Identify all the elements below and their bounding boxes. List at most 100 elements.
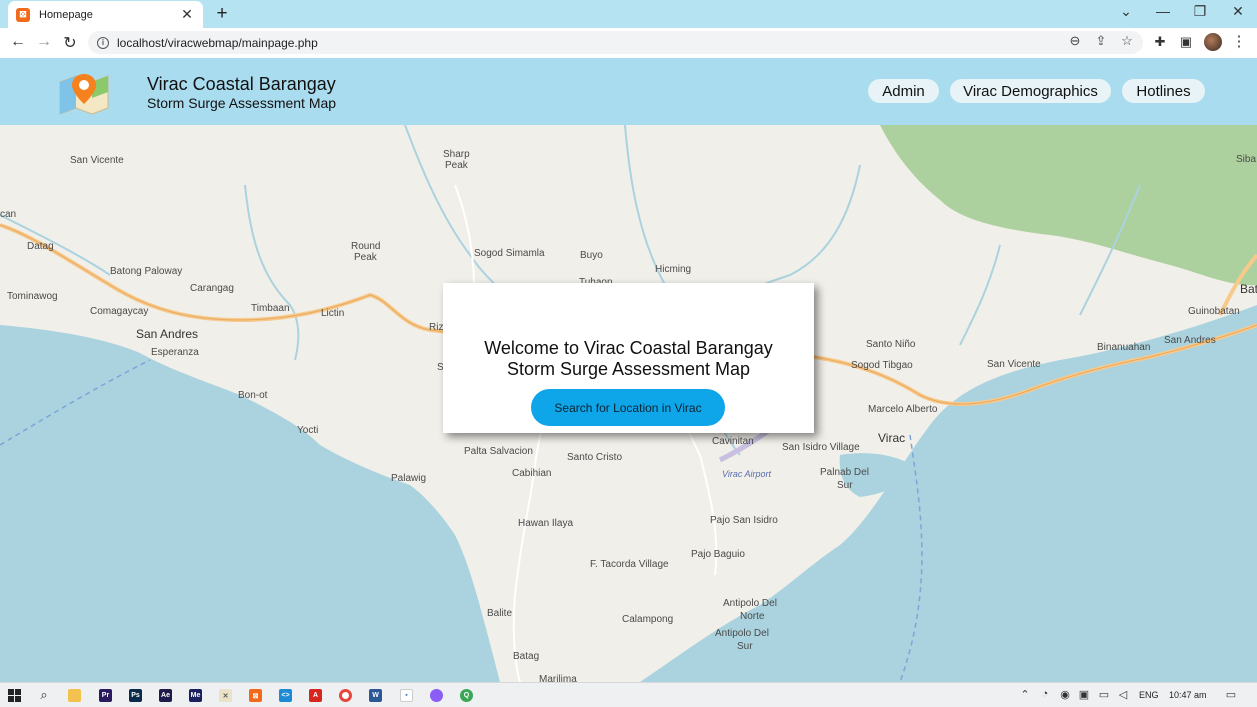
tab-title: Homepage: [39, 8, 93, 21]
photoshop-icon[interactable]: Ps: [129, 689, 142, 702]
nav-admin-button[interactable]: Admin: [868, 79, 939, 103]
bookmark-star-icon[interactable]: ☆: [1118, 33, 1136, 49]
map-label: Lictin: [321, 308, 345, 319]
notifications-icon[interactable]: ▭: [1224, 688, 1238, 701]
modal-title-line1: Welcome to Virac Coastal Barangay: [484, 338, 773, 358]
map-label: San Andres: [136, 327, 199, 341]
app-icon[interactable]: ✕: [219, 689, 232, 702]
map-label: Hicming: [655, 264, 692, 275]
map-label: Antipolo Del: [715, 628, 769, 639]
share-icon[interactable]: ⇪: [1092, 33, 1110, 49]
map-label: Batag: [513, 651, 540, 662]
browser-tab[interactable]: ⊠ Homepage ✕: [8, 1, 203, 28]
battery-icon[interactable]: ▭: [1097, 688, 1111, 701]
profile-avatar[interactable]: [1204, 33, 1222, 51]
media-encoder-icon[interactable]: Me: [189, 689, 202, 702]
reload-button[interactable]: ↻: [60, 33, 80, 53]
tab-search-icon[interactable]: ⌄: [1114, 3, 1138, 20]
after-effects-icon[interactable]: Ae: [159, 689, 172, 702]
map-pin-logo-icon: [59, 74, 109, 115]
search-icon[interactable]: ⌕: [37, 687, 51, 703]
volume-icon[interactable]: ◁: [1116, 688, 1130, 701]
map-label: San Andres: [1164, 335, 1216, 346]
map-label: Sur: [737, 641, 753, 652]
site-info-icon[interactable]: i: [97, 36, 109, 49]
map-label: Pajo San Isidro: [710, 515, 778, 526]
windows-start-icon[interactable]: [8, 689, 21, 702]
url-text: localhost/viracwebmap/mainpage.php: [117, 35, 318, 50]
app-icon[interactable]: ▪: [400, 689, 413, 702]
map-label: Riz: [429, 322, 444, 333]
site-title: Virac Coastal Barangay: [147, 74, 336, 94]
nav-hotlines-button[interactable]: Hotlines: [1122, 79, 1205, 103]
map-label: Marilima: [539, 674, 577, 682]
map-label: Sogod Tibgao: [851, 360, 913, 371]
map-label: F. Tacorda Village: [590, 559, 669, 570]
map-label: Pajo Baguio: [691, 549, 745, 560]
chrome-icon[interactable]: [339, 689, 352, 702]
xampp-icon[interactable]: ⊠: [249, 689, 262, 702]
premiere-icon[interactable]: Pr: [99, 689, 112, 702]
map-label: Palawig: [391, 473, 427, 484]
map-label: Palnab Del: [820, 467, 869, 478]
search-location-button[interactable]: Search for Location in Virac: [531, 389, 725, 426]
address-bar[interactable]: i localhost/viracwebmap/mainpage.php: [88, 31, 1143, 54]
network-icon[interactable]: ◔: [1038, 688, 1052, 700]
chrome-menu-icon[interactable]: ⋮: [1230, 32, 1248, 50]
map-label: Carangag: [190, 283, 234, 294]
map-label: Tominawog: [7, 291, 58, 302]
language-indicator[interactable]: ENG: [1139, 690, 1159, 700]
extensions-icon[interactable]: ✚: [1151, 34, 1169, 50]
map-label: Virac Airport: [722, 469, 772, 479]
map-label: Esperanza: [151, 347, 199, 358]
forward-button[interactable]: →: [34, 33, 54, 51]
map-label: Sur: [837, 480, 853, 491]
restore-button[interactable]: ❐: [1188, 3, 1212, 20]
vscode-icon[interactable]: <>: [279, 689, 292, 702]
display-icon[interactable]: ▣: [1077, 688, 1091, 701]
browser-tabstrip: ⊠ Homepage ✕ + ⌄ — ❐ ✕: [0, 0, 1257, 28]
map-label: Batong Paloway: [110, 266, 183, 277]
modal-title-line2: Storm Surge Assessment Map: [506, 359, 751, 379]
map-label: Timbaan: [251, 303, 290, 314]
map-label: Sogod Simamla: [474, 248, 545, 259]
map-label: Peak: [354, 252, 377, 263]
map-label: Santo Cristo: [567, 452, 623, 463]
map-label: Binanuahan: [1097, 342, 1151, 353]
minimize-button[interactable]: —: [1151, 3, 1175, 19]
zoom-icon[interactable]: ⊖: [1066, 33, 1084, 49]
app-icon[interactable]: Q: [460, 689, 473, 702]
map-label: Norte: [740, 611, 765, 622]
clock[interactable]: 10:47 am: [1169, 690, 1207, 700]
messenger-icon[interactable]: [430, 689, 443, 702]
map-label: Siba: [1236, 154, 1257, 165]
map-label: Round: [351, 241, 381, 252]
xampp-favicon-icon: ⊠: [16, 7, 30, 22]
side-panel-icon[interactable]: ▣: [1177, 34, 1195, 50]
site-header: Virac Coastal Barangay Storm Surge Asses…: [0, 58, 1257, 125]
nav-demographics-button[interactable]: Virac Demographics: [950, 79, 1111, 103]
site-subtitle: Storm Surge Assessment Map: [147, 95, 337, 111]
map-label: Comagaycay: [90, 306, 149, 317]
security-icon[interactable]: ◉: [1058, 688, 1072, 701]
word-icon[interactable]: W: [369, 689, 382, 702]
welcome-modal: Welcome to Virac Coastal Barangay Storm …: [443, 283, 814, 433]
new-tab-button[interactable]: +: [212, 3, 232, 25]
map-label: can: [0, 209, 17, 220]
tray-overflow-icon[interactable]: ⌃: [1018, 688, 1032, 701]
map-label: Datag: [27, 241, 54, 252]
acrobat-icon[interactable]: A: [309, 689, 322, 702]
map-label: San Isidro Village: [782, 442, 860, 453]
map-label: Cavinitan: [712, 436, 754, 447]
map-label: Antipolo Del: [723, 598, 777, 609]
tab-close-icon[interactable]: ✕: [179, 6, 195, 23]
back-button[interactable]: ←: [8, 33, 28, 51]
map-label: Virac: [878, 431, 906, 445]
close-window-button[interactable]: ✕: [1226, 3, 1250, 20]
map-label: Peak: [445, 160, 468, 171]
browser-toolbar: ← → ↻ i localhost/viracwebmap/mainpage.p…: [0, 28, 1257, 58]
windows-taskbar: ⌕ Pr Ps Ae Me ✕ ⊠ <> A W ▪ Q ⌃ ◔ ◉ ▣ ▭ ◁…: [0, 682, 1257, 707]
file-explorer-icon[interactable]: [68, 689, 81, 702]
map-label: Bat: [1240, 282, 1257, 296]
map-label: Cabihian: [512, 468, 552, 479]
